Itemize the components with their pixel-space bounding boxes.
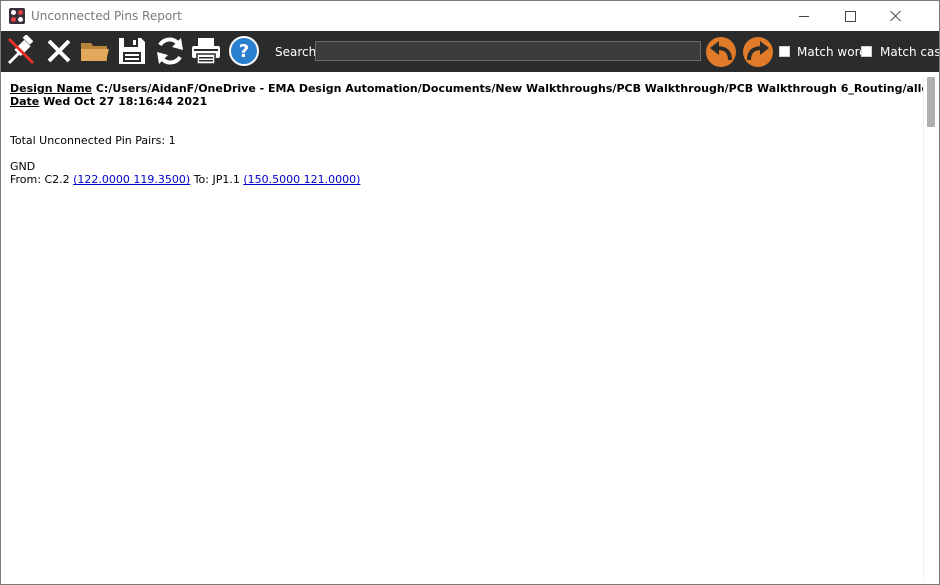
maximize-icon (844, 10, 856, 22)
from-coords-link[interactable]: (122.0000 119.3500) (73, 173, 190, 186)
help-icon[interactable]: ? (228, 35, 260, 67)
total-unconnected-line: Total Unconnected Pin Pairs: 1 (10, 134, 176, 147)
svg-text:?: ? (239, 41, 249, 62)
net-name: GND (10, 160, 36, 173)
pin-pair-row: From: C2.2 (122.0000 119.3500) To: JP1.1… (10, 173, 360, 186)
from-label: From: C2.2 (10, 173, 70, 186)
search-previous-button[interactable] (705, 36, 737, 68)
title-bar: Unconnected Pins Report (1, 1, 939, 31)
toolbar: ? Search: Match word Match case (1, 31, 939, 72)
printer-icon[interactable] (190, 35, 222, 67)
search-label: Search: (275, 45, 321, 59)
close-window-icon (890, 10, 902, 22)
report-content: Design Name C:/Users/AidanF/OneDrive - E… (3, 74, 939, 582)
to-coords-link[interactable]: (150.5000 121.0000) (243, 173, 360, 186)
match-word-checkbox[interactable] (779, 46, 790, 57)
design-name-label: Design Name (10, 82, 92, 95)
vertical-scrollbar[interactable] (923, 74, 939, 582)
minimize-button[interactable] (781, 1, 827, 31)
match-word-label: Match word (797, 45, 867, 59)
match-case-checkbox[interactable] (861, 46, 872, 57)
date-line: Date Wed Oct 27 18:16:44 2021 (10, 95, 207, 108)
date-value: Wed Oct 27 18:16:44 2021 (43, 95, 208, 108)
maximize-button[interactable] (827, 1, 873, 31)
search-next-button[interactable] (742, 36, 774, 68)
minimize-icon (799, 15, 809, 17)
save-icon[interactable] (116, 35, 148, 67)
match-case-label: Match case (880, 45, 939, 59)
folder-icon[interactable] (79, 35, 111, 67)
unconnected-pins-window: Unconnected Pins Report ? Search: Match … (0, 0, 940, 585)
close-window-button[interactable] (873, 1, 919, 31)
to-label: To: JP1.1 (193, 173, 240, 186)
search-input[interactable] (315, 41, 701, 61)
date-label: Date (10, 95, 40, 108)
close-icon[interactable] (43, 35, 75, 67)
design-name-value: C:/Users/AidanF/OneDrive - EMA Design Au… (95, 82, 939, 95)
scrollbar-thumb[interactable] (927, 77, 935, 127)
app-icon (9, 8, 25, 24)
refresh-icon[interactable] (154, 35, 186, 67)
design-name-line: Design Name C:/Users/AidanF/OneDrive - E… (10, 82, 939, 95)
pin-icon[interactable] (5, 35, 37, 67)
window-title: Unconnected Pins Report (31, 9, 182, 23)
